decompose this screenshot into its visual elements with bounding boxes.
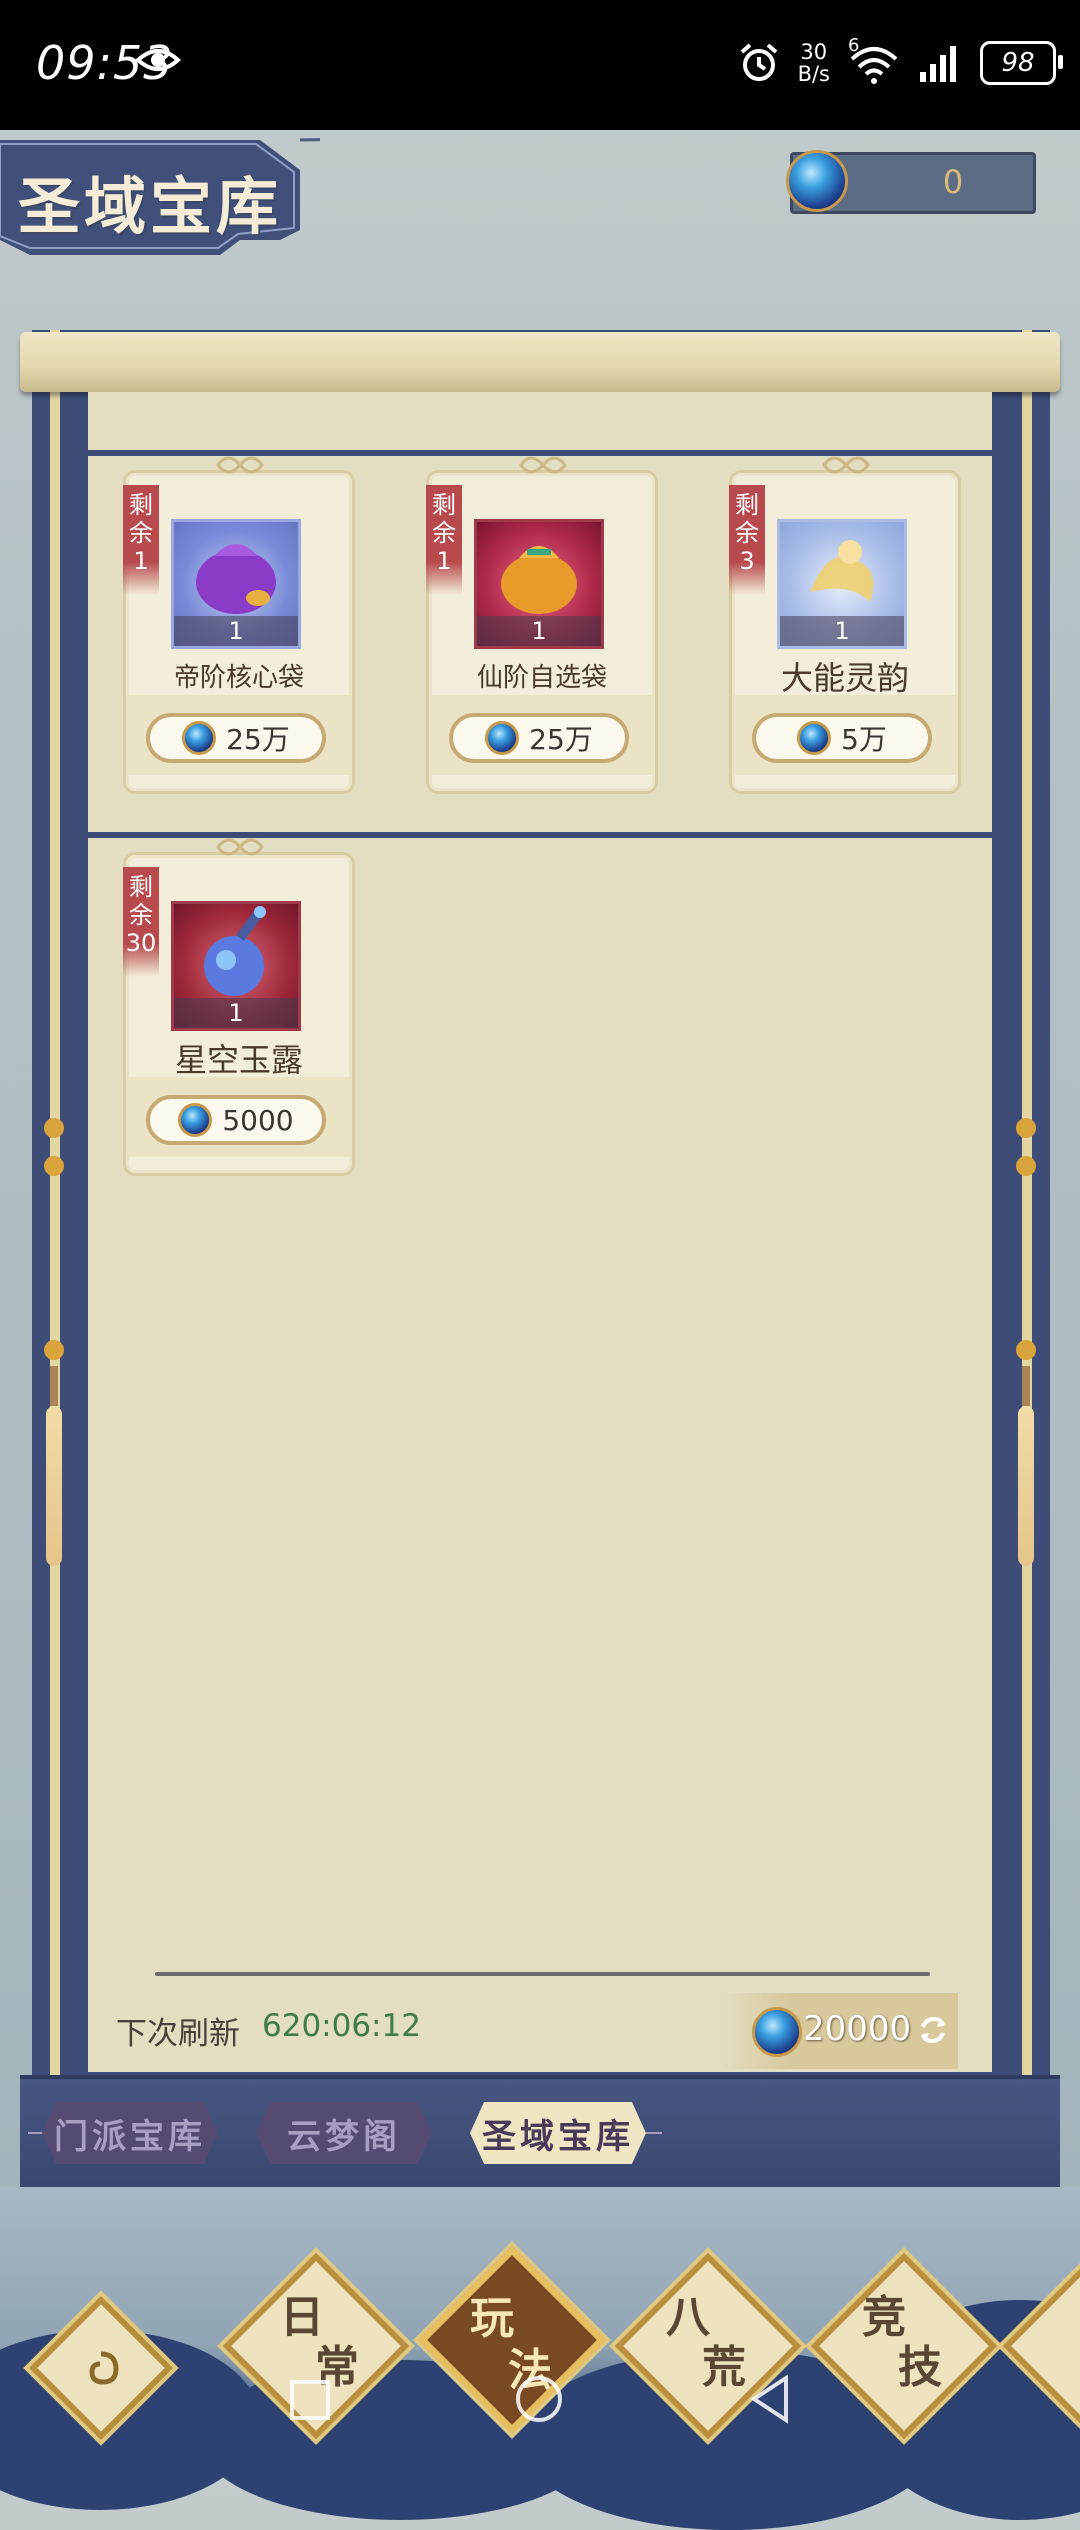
knot-icon: [216, 838, 264, 856]
item-name: 大能灵韵: [780, 659, 909, 697]
scroll-rod: [20, 332, 1060, 392]
stock-badge: 剩余 30: [123, 867, 159, 977]
nav-gameplay-label-top: 玩: [470, 2293, 514, 2344]
status-bar: 09:53 30 B/s 6 98: [0, 0, 1080, 130]
tab-sect-treasury[interactable]: 门派宝库: [42, 2102, 218, 2164]
nav-bahuang-label-bottom: 荒: [702, 2342, 746, 2393]
item-icon-frame: 1: [171, 519, 301, 649]
stock-badge: 剩余 1: [426, 485, 462, 595]
net-speed: 30 B/s: [797, 40, 830, 86]
item-price: 25万: [529, 723, 593, 756]
item-name: 仙阶自选袋: [476, 663, 607, 693]
item-icon-frame: 1: [474, 519, 604, 649]
page-title-banner: 圣域宝库: [0, 130, 320, 260]
item-quantity: 1: [174, 616, 298, 646]
knot-icon: [822, 456, 870, 474]
spirit-orb-icon: [752, 2007, 802, 2057]
shop-item-card[interactable]: 剩余 1 1 仙阶自选袋 25万: [426, 456, 658, 794]
item-name: 帝阶核心袋: [173, 663, 304, 693]
page-title: 圣域宝库: [18, 170, 283, 243]
shop-item-card[interactable]: 剩余 1 1 帝阶核心袋 25万: [123, 456, 355, 794]
knot-icon: [216, 456, 264, 474]
currency-value: 0: [942, 163, 964, 201]
shop-item-card[interactable]: 剩余 3 1 大能灵韵 5万: [729, 456, 961, 794]
refresh-countdown: 620:06:12: [262, 2008, 421, 2044]
bead-left-2: [44, 1156, 64, 1176]
nav-arena-label-top: 竞: [862, 2292, 906, 2343]
item-name: 星空玉露: [174, 1041, 303, 1079]
back-icon[interactable]: [748, 2374, 792, 2424]
purple-pouch-icon: [196, 544, 276, 614]
swirl-icon: [89, 2351, 119, 2385]
item-icon-frame: 1: [777, 519, 907, 649]
spirit-orb-icon: [182, 721, 217, 755]
home-icon[interactable]: [514, 2374, 564, 2424]
tassel-left: [44, 1340, 64, 1590]
alarm-icon: [740, 43, 777, 81]
item-quantity: 1: [174, 998, 298, 1028]
buy-button[interactable]: 25万: [449, 713, 629, 763]
balance-display: 20000: [720, 1993, 958, 2069]
knot-icon: [519, 456, 567, 474]
stock-badge: 剩余 3: [729, 485, 765, 595]
item-quantity: 1: [780, 616, 904, 646]
item-icon-frame: 1: [171, 901, 301, 1031]
buy-button[interactable]: 5000: [146, 1095, 326, 1145]
orange-pouch-icon: [501, 546, 577, 614]
battery-indicator: 98: [980, 41, 1063, 85]
recent-apps-icon[interactable]: [288, 2378, 332, 2422]
balance-value: 20000: [803, 2009, 912, 2049]
starry-potion-icon: [204, 906, 266, 996]
refresh-label: 下次刷新: [116, 2016, 240, 2052]
scroll-indicator: [155, 1972, 930, 1976]
item-quantity: 1: [477, 616, 601, 646]
buy-button[interactable]: 5万: [752, 713, 932, 763]
signal-icon: [920, 46, 956, 82]
spirit-orb-icon: [786, 150, 848, 212]
item-price: 5万: [841, 723, 887, 756]
nav-arena-label-bottom: 技: [898, 2342, 942, 2393]
bead-right-2: [1016, 1156, 1036, 1176]
nav-bahuang-label-top: 八: [666, 2292, 710, 2343]
item-price: 25万: [226, 723, 290, 756]
golden-spirit-icon: [810, 540, 874, 602]
wifi-icon: 6: [848, 35, 900, 85]
stock-badge: 剩余 1: [123, 485, 159, 595]
tassel-right: [1016, 1340, 1036, 1590]
tab-cloud-dream-pavilion[interactable]: 云梦阁: [256, 2102, 432, 2164]
eye-icon: [135, 49, 181, 71]
item-price: 5000: [222, 1103, 294, 1137]
buy-button[interactable]: 25万: [146, 713, 326, 763]
bead-left: [44, 1118, 64, 1138]
spirit-orb-icon: [797, 721, 832, 755]
nav-daily-label-top: 日: [280, 2292, 324, 2343]
refresh-icon[interactable]: [918, 2015, 948, 2045]
spirit-orb-icon: [485, 721, 520, 755]
spirit-orb-icon: [178, 1103, 213, 1137]
tab-holy-domain-treasury[interactable]: 圣域宝库: [470, 2102, 646, 2164]
bead-right: [1016, 1118, 1036, 1138]
shop-item-card[interactable]: 剩余 30 1 星空玉露 5000: [123, 838, 355, 1176]
